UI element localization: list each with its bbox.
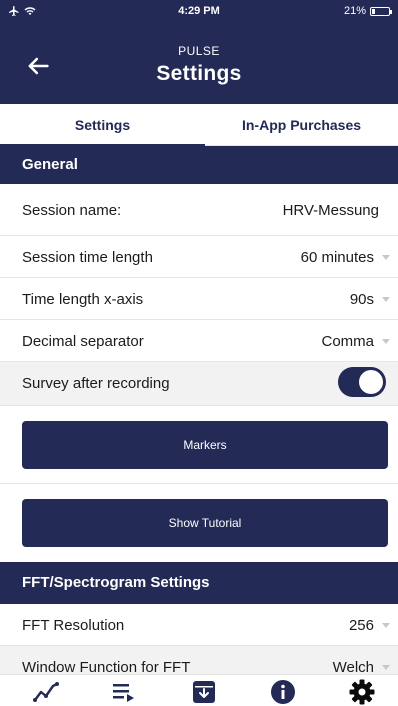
battery-icon: [370, 6, 392, 16]
page-title: Settings: [156, 62, 242, 85]
session-time-length-row[interactable]: Session time length 60 minutes: [0, 236, 398, 278]
survey-after-recording-row: Survey after recording: [0, 362, 398, 406]
archive-icon[interactable]: [190, 678, 218, 706]
fft-resolution-value: 256: [348, 617, 374, 634]
time-length-x-axis-row[interactable]: Time length x-axis 90s: [0, 278, 398, 320]
tab-settings[interactable]: Settings: [0, 104, 205, 146]
decimal-separator-value: Comma: [321, 333, 374, 350]
tab-bar: Settings In-App Purchases: [0, 104, 398, 146]
section-general-header: General: [0, 146, 398, 184]
survey-after-recording-label: Survey after recording: [22, 375, 170, 392]
app-name: PULSE: [178, 44, 220, 58]
status-time: 4:29 PM: [178, 5, 220, 17]
time-length-x-axis-label: Time length x-axis: [22, 291, 144, 308]
app-header: 4:29 PM 21% PULSE Settings: [0, 0, 398, 104]
session-name-row[interactable]: Session name: HRV-Messung: [0, 186, 398, 236]
info-icon[interactable]: [269, 678, 297, 706]
session-name-value[interactable]: HRV-Messung: [283, 202, 379, 219]
tab-in-app-purchases[interactable]: In-App Purchases: [205, 104, 398, 146]
dropdown-caret-icon: [382, 623, 390, 628]
session-time-length-value: 60 minutes: [300, 249, 374, 266]
chart-icon[interactable]: [32, 678, 60, 706]
fft-resolution-label: FFT Resolution: [22, 617, 125, 634]
gear-icon[interactable]: [348, 678, 376, 706]
session-name-label: Session name:: [22, 202, 122, 219]
dropdown-caret-icon: [382, 297, 390, 302]
fft-resolution-row[interactable]: FFT Resolution 256: [0, 604, 398, 646]
dropdown-caret-icon: [382, 665, 390, 670]
battery-fill: [372, 8, 375, 14]
session-time-length-label: Session time length: [22, 249, 153, 266]
decimal-separator-row[interactable]: Decimal separator Comma: [0, 320, 398, 362]
markers-button-area: Markers: [0, 406, 398, 484]
dropdown-caret-icon: [382, 255, 390, 260]
show-tutorial-button-area: Show Tutorial: [0, 484, 398, 562]
playlist-icon[interactable]: [111, 678, 139, 706]
markers-button[interactable]: Markers: [22, 421, 388, 469]
status-right: 21%: [343, 5, 392, 17]
time-length-x-axis-value: 90s: [349, 291, 374, 308]
section-fft-header: FFT/Spectrogram Settings: [0, 562, 398, 604]
status-bar: 4:29 PM 21%: [0, 0, 398, 24]
bottom-tab-bar: [0, 674, 398, 706]
battery-percent: 21%: [343, 5, 366, 17]
dropdown-caret-icon: [382, 339, 390, 344]
toggle-knob: [359, 370, 383, 394]
decimal-separator-label: Decimal separator: [22, 333, 144, 350]
survey-toggle[interactable]: [338, 367, 386, 397]
show-tutorial-button[interactable]: Show Tutorial: [22, 499, 388, 547]
